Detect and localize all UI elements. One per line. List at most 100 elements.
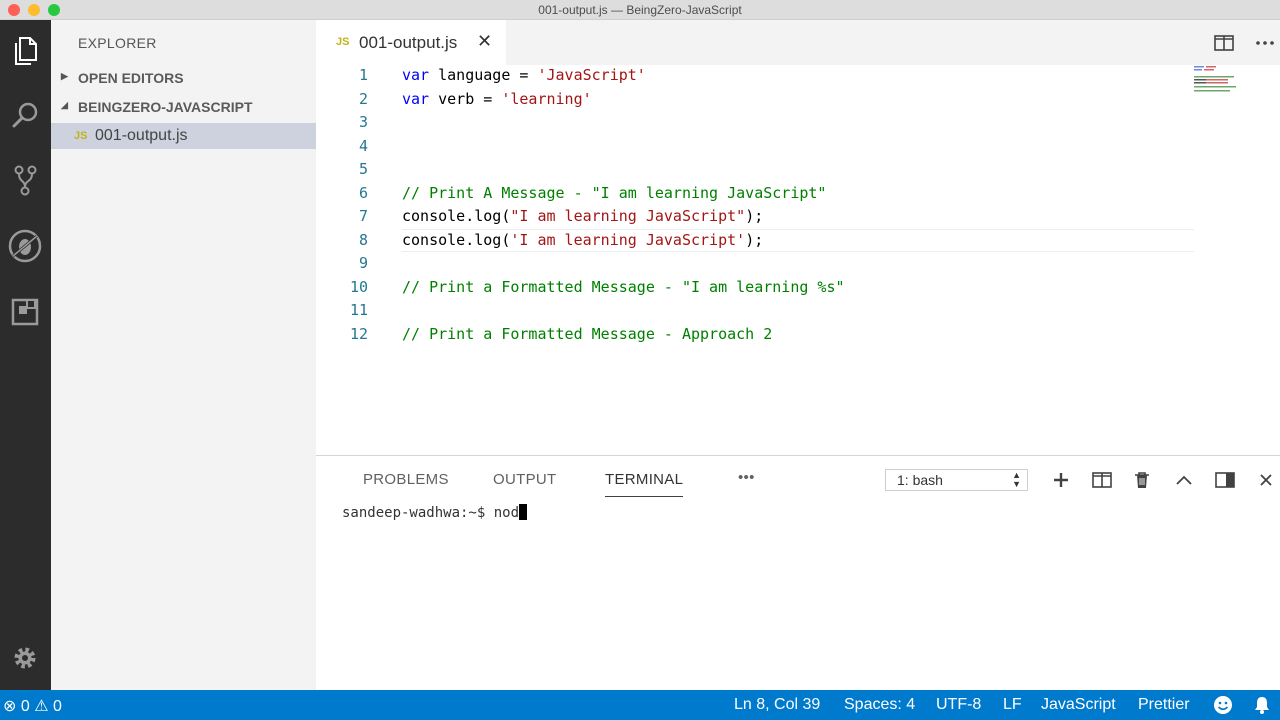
- extensions-icon[interactable]: [5, 292, 45, 332]
- line-number: 6: [358, 183, 368, 202]
- code-text: );: [745, 207, 764, 225]
- line-number: 11: [349, 301, 368, 319]
- problems-status[interactable]: ⊗ 0 ⚠ 0: [3, 696, 62, 716]
- string-literal: "I am learning JavaScript": [510, 207, 746, 225]
- line-number: 7: [358, 207, 368, 225]
- comment: // Print a Formatted Message - "I am lea…: [402, 277, 845, 296]
- line-number: 12: [349, 324, 368, 343]
- active-tab-indicator: [605, 496, 683, 497]
- string-literal: 'I am learning JavaScript': [510, 230, 746, 249]
- code-line: 12 // Print a Formatted Message - Approa…: [316, 323, 1280, 347]
- code-text: );: [745, 230, 764, 249]
- kill-terminal-icon[interactable]: [1130, 468, 1154, 492]
- indentation[interactable]: Spaces: 4: [844, 696, 915, 714]
- code-line: 8 console.log('I am learning JavaScript'…: [316, 229, 1280, 253]
- warning-icon: ⚠: [34, 698, 49, 715]
- file-name: 001-output.js: [95, 127, 188, 144]
- select-arrows-icon: ▲ ▼: [1012, 470, 1021, 489]
- code-line: 5: [316, 158, 1280, 182]
- close-panel-icon[interactable]: [1254, 468, 1278, 492]
- code-line: 2 var verb = 'learning': [316, 88, 1280, 112]
- code-text: language =: [429, 66, 538, 84]
- tab-terminal[interactable]: TERMINAL: [605, 471, 683, 488]
- line-number: 10: [349, 277, 368, 296]
- tab-problems[interactable]: PROBLEMS: [363, 471, 449, 488]
- line-number: 5: [358, 160, 368, 178]
- code-line: 9: [316, 252, 1280, 276]
- split-editor-icon[interactable]: [1213, 32, 1235, 54]
- file-item-001-output[interactable]: JS 001-output.js: [51, 123, 316, 149]
- code-text: verb =: [429, 89, 502, 108]
- split-terminal-icon[interactable]: [1090, 468, 1114, 492]
- files-icon[interactable]: [5, 30, 45, 70]
- comment: // Print A Message - "I am learning Java…: [402, 183, 827, 202]
- line-number: 8: [358, 230, 368, 249]
- terminal-input: nod: [493, 505, 520, 521]
- editor-tab-bar: JS 001-output.js ✕: [316, 20, 1280, 65]
- code-editor[interactable]: 1 var language = 'JavaScript' 2 var verb…: [316, 65, 1280, 455]
- warning-count: 0: [53, 698, 62, 715]
- prettier-status[interactable]: Prettier: [1138, 696, 1190, 714]
- line-number: 1: [358, 66, 368, 84]
- status-bar: ⊗ 0 ⚠ 0 Ln 8, Col 39 Spaces: 4 UTF-8 LF …: [0, 690, 1280, 720]
- search-icon[interactable]: [5, 95, 45, 135]
- terminal-select-value: 1: bash: [897, 472, 943, 488]
- section-label: OPEN EDITORS: [78, 70, 184, 86]
- window-title: 001-output.js — BeingZero-JavaScript: [538, 3, 742, 17]
- toggle-panel-position-icon[interactable]: [1213, 468, 1237, 492]
- new-terminal-icon[interactable]: [1049, 468, 1073, 492]
- terminal-select[interactable]: 1: bash ▲ ▼: [885, 469, 1028, 491]
- panel-more-icon[interactable]: •••: [738, 469, 755, 486]
- terminal-cursor: [519, 504, 528, 520]
- source-control-icon[interactable]: [5, 160, 45, 200]
- line-number: 3: [358, 113, 368, 131]
- line-number: 9: [358, 254, 368, 272]
- end-of-line[interactable]: LF: [1003, 696, 1022, 714]
- tab-label: 001-output.js: [359, 33, 458, 52]
- debug-icon[interactable]: [5, 226, 45, 266]
- maximize-panel-icon[interactable]: [1172, 468, 1196, 492]
- feedback-smiley-icon[interactable]: [1213, 695, 1233, 720]
- bottom-panel: PROBLEMS OUTPUT TERMINAL ••• 1: bash ▲ ▼ …: [316, 455, 1280, 690]
- code-line: 6 // Print A Message - "I am learning Ja…: [316, 182, 1280, 206]
- line-number: 4: [358, 136, 368, 155]
- code-line: 10 // Print a Formatted Message - "I am …: [316, 276, 1280, 300]
- more-actions-icon[interactable]: [1254, 32, 1276, 54]
- notifications-bell-icon[interactable]: [1253, 695, 1271, 720]
- chevron-down-icon: ◢: [61, 100, 68, 110]
- comment: // Print a Formatted Message - Approach …: [402, 324, 773, 343]
- tab-output[interactable]: OUTPUT: [493, 471, 556, 488]
- open-editors-section[interactable]: ▶ OPEN EDITORS: [51, 65, 316, 91]
- tab-001-output[interactable]: JS 001-output.js ✕: [316, 20, 506, 65]
- code-line: 7 console.log("I am learning JavaScript"…: [316, 205, 1280, 229]
- code-line: 1 var language = 'JavaScript': [316, 64, 1280, 88]
- error-count: 0: [20, 698, 30, 715]
- language-mode[interactable]: JavaScript: [1041, 696, 1116, 714]
- keyword: var: [402, 89, 430, 108]
- code-line: 4: [316, 135, 1280, 159]
- close-tab-icon[interactable]: ✕: [477, 31, 492, 52]
- code-text: console.log(: [402, 230, 511, 249]
- string-literal: 'learning': [501, 89, 592, 108]
- string-literal: 'JavaScript': [537, 66, 646, 84]
- terminal-prompt: sandeep-wadhwa:~$: [342, 505, 494, 521]
- keyword: var: [402, 66, 430, 84]
- terminal-output[interactable]: sandeep-wadhwa:~$ nod: [342, 504, 528, 521]
- title-bar: 001-output.js — BeingZero-JavaScript: [0, 0, 1280, 20]
- chevron-right-icon: ▶: [61, 71, 68, 81]
- cursor-position[interactable]: Ln 8, Col 39: [734, 696, 820, 714]
- code-line: 11: [316, 299, 1280, 323]
- explorer-sidebar: EXPLORER ▶ OPEN EDITORS ◢ BEINGZERO-JAVA…: [51, 20, 316, 690]
- error-icon: ⊗: [3, 698, 17, 715]
- code-line: 3: [316, 111, 1280, 135]
- project-folder-section[interactable]: ◢ BEINGZERO-JAVASCRIPT: [51, 94, 316, 120]
- js-file-icon: JS: [336, 36, 350, 48]
- settings-gear-icon[interactable]: [5, 638, 45, 678]
- encoding[interactable]: UTF-8: [936, 696, 981, 714]
- code-text: console.log(: [402, 207, 511, 225]
- minimap[interactable]: [1192, 65, 1242, 95]
- js-file-icon: JS: [74, 130, 88, 142]
- activity-bar: [0, 20, 51, 690]
- explorer-header: EXPLORER: [78, 35, 157, 51]
- section-label: BEINGZERO-JAVASCRIPT: [78, 99, 253, 115]
